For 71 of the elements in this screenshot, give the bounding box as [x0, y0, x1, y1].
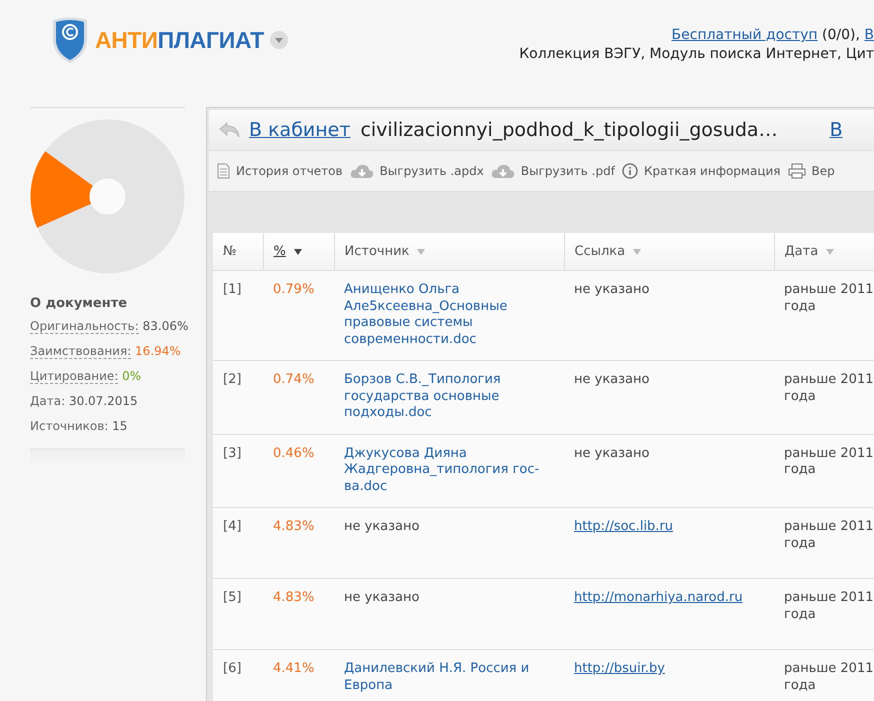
stat-label: Дата:: [30, 394, 66, 408]
date-value: раньше 2011 года: [784, 282, 874, 314]
row-number: [3]: [223, 446, 242, 460]
sort-icon: [294, 249, 302, 255]
percent-value: 0.46%: [273, 446, 314, 460]
stat-value: 83.06%: [142, 319, 188, 333]
document-icon: [217, 163, 230, 179]
link-value: не указано: [574, 372, 650, 387]
stat-label: Цитирование:: [30, 369, 118, 384]
row-number: [5]: [223, 590, 242, 605]
date-value: раньше 2011 года: [784, 661, 874, 692]
info-icon: [622, 163, 638, 179]
source-name[interactable]: Анищенко Ольга Але5ксеевна_Основные правовые системы современности.doc: [344, 282, 556, 348]
back-arrow-icon[interactable]: [219, 121, 241, 139]
cloud-download-icon: [350, 163, 374, 179]
source-name[interactable]: Джукусова Дияна Жадгеровна_типология гос-ва.doc: [344, 446, 556, 495]
logo-wordmark: АНТИПЛАГИАТ: [95, 26, 264, 54]
collections-text: Коллекция ВЭГУ, Модуль поиска Интернет, Цит: [519, 45, 874, 64]
date-value: раньше 2011 года: [784, 446, 874, 477]
source-name[interactable]: Данилевский Н.Я. Россия и Европа: [344, 661, 556, 694]
link-value: не указано: [574, 446, 650, 460]
row-number: [4]: [223, 519, 242, 534]
link-value: не указано: [574, 282, 650, 297]
printer-icon: [788, 163, 806, 179]
cabinet-link[interactable]: В кабинет: [249, 119, 350, 141]
source-url-link[interactable]: http://soc.lib.ru: [574, 519, 674, 534]
dropdown-icon[interactable]: [270, 31, 288, 49]
row-number: [2]: [223, 372, 242, 387]
header-link[interactable]: В: [864, 27, 874, 43]
sort-icon: [417, 249, 426, 255]
access-count: (0/0),: [821, 27, 861, 43]
row-number: [1]: [223, 282, 242, 297]
toolbar-button[interactable]: История отчетов: [217, 163, 343, 179]
stat-value: 30.07.2015: [68, 394, 138, 408]
toolbar-button[interactable]: Выгрузить .pdf: [490, 163, 615, 179]
source-url-link[interactable]: http://bsuir.by: [574, 661, 665, 676]
cloud-download-icon: [490, 163, 515, 179]
sort-icon: [633, 249, 642, 255]
stat-label: Источников:: [30, 419, 108, 433]
percent-value: 4.83%: [273, 519, 314, 534]
stat-label: Оригинальность:: [30, 319, 139, 334]
free-access-link[interactable]: Бесплатный доступ: [672, 27, 818, 43]
source-name: не указано: [344, 519, 420, 536]
percent-value: 4.83%: [273, 590, 314, 605]
column-header[interactable]: Ссылка: [564, 233, 774, 270]
sort-icon: [826, 249, 834, 255]
date-value: раньше 2011 года: [784, 519, 874, 550]
toolbar-button[interactable]: Выгрузить .apdx: [350, 163, 484, 179]
title-link[interactable]: В: [830, 119, 843, 141]
source-name[interactable]: Борзов С.В._Типология государства основные подходы.doc: [344, 372, 556, 422]
about-document-title: О документе: [30, 296, 128, 311]
column-header: №: [213, 233, 263, 270]
date-value: раньше 2011 года: [784, 372, 874, 404]
percent-value: 0.79%: [273, 282, 314, 297]
row-number: [6]: [223, 661, 242, 676]
shield-logo-icon: [51, 16, 89, 64]
column-header[interactable]: Дата: [774, 233, 874, 270]
percent-value: 4.41%: [273, 661, 314, 676]
stat-label: Заимствования:: [30, 344, 132, 359]
column-header[interactable]: Источник: [334, 233, 564, 270]
stat-value: 15: [111, 419, 128, 433]
percent-value: 0.74%: [273, 372, 314, 387]
date-value: раньше 2011 года: [784, 590, 874, 622]
stat-value: 0%: [121, 369, 142, 383]
toolbar-button[interactable]: Краткая информация: [622, 163, 781, 179]
file-name: civilizacionnyi_podhod_k_tipologii_gosuda…: [360, 119, 778, 141]
source-name: не указано: [344, 590, 420, 606]
toolbar-button[interactable]: Вер: [788, 163, 835, 179]
source-url-link[interactable]: http://monarhiya.narod.ru: [574, 590, 743, 605]
stat-value: 16.94%: [134, 344, 181, 358]
column-header[interactable]: %: [263, 233, 334, 270]
